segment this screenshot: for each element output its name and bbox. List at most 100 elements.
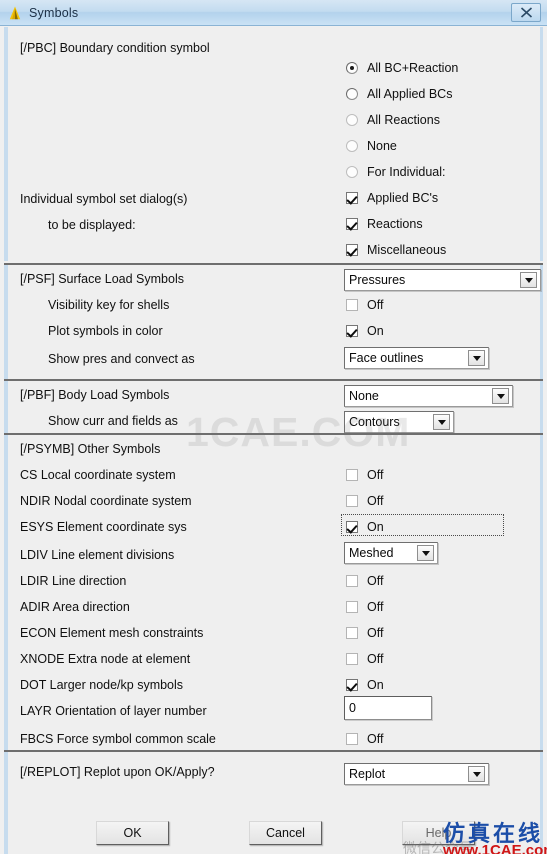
checkbox-label: Applied BC's [367, 191, 439, 205]
pbf-heading: [/PBF] Body Load Symbols [20, 388, 170, 402]
title-bar-left: Symbols [7, 5, 78, 21]
chevron-down-icon [468, 766, 485, 782]
pbf-section: [/PBF] Body Load Symbols Show curr and f… [4, 381, 543, 433]
checkbox-esys-element-coordinate-sys[interactable]: On [346, 514, 384, 540]
checkbox-plot-symbols-in-color[interactable]: On [346, 318, 384, 344]
replot-dropdown[interactable]: Replot [344, 763, 489, 785]
pbf-show-curr-label: Show curr and fields as [48, 414, 178, 428]
radio-icon [346, 140, 358, 152]
psymb-section: [/PSYMB] Other Symbols CS Local coordina… [4, 435, 543, 750]
chevron-down-icon [468, 350, 485, 366]
radio-all-bc-reaction[interactable]: All BC+Reaction [346, 55, 458, 81]
dropdown-value: Face outlines [349, 351, 424, 365]
checkbox-label: Reactions [367, 217, 423, 231]
checkbox-miscellaneous[interactable]: Miscellaneous [346, 237, 446, 263]
pbc-section: [/PBC] Boundary condition symbol Individ… [4, 27, 543, 261]
bottom-edge [0, 854, 547, 860]
radio-icon [346, 62, 358, 74]
psymb-label-cs: CS Local coordinate system [20, 468, 176, 482]
checkbox-econ-element-mesh-constraints[interactable]: Off [346, 620, 383, 646]
checkbox-state: Off [367, 298, 384, 312]
psf-plot-color-label: Plot symbols in color [48, 324, 163, 338]
show-pres-convect-dropdown[interactable]: Face outlines [344, 347, 489, 369]
symbols-dialog: Symbols [/PBC] Boundary condition symbol… [0, 0, 547, 860]
psymb-label-ndir: NDIR Nodal coordinate system [20, 494, 192, 508]
checkbox-state: Off [367, 574, 384, 588]
ansys-logo-icon [7, 5, 23, 21]
checkbox-icon [346, 733, 358, 745]
close-icon [520, 7, 533, 18]
checkbox-dot-larger-node-kp-symbols[interactable]: On [346, 672, 384, 698]
replot-label: [/REPLOT] Replot upon OK/Apply? [20, 765, 215, 779]
radio-label: All Applied BCs [367, 87, 453, 101]
psymb-label-adir: ADIR Area direction [20, 600, 130, 614]
checkbox-icon [346, 627, 358, 639]
psymb-label-layr: LAYR Orientation of layer number [20, 704, 207, 718]
pbc-sub-label-1: Individual symbol set dialog(s) [20, 192, 188, 206]
body-load-symbols-dropdown[interactable]: None [344, 385, 513, 407]
checkbox-icon [346, 679, 358, 691]
checkbox-icon [346, 575, 358, 587]
radio-icon [346, 88, 358, 100]
checkbox-icon [346, 218, 358, 230]
psf-section: [/PSF] Surface Load Symbols Visibility k… [4, 265, 543, 379]
checkbox-state: Off [367, 732, 384, 746]
psymb-label-dot: DOT Larger node/kp symbols [20, 678, 184, 692]
psymb-label-fbcs: FBCS Force symbol common scale [20, 732, 216, 746]
dropdown-value: Replot [349, 767, 386, 781]
radio-all-applied-bcs[interactable]: All Applied BCs [346, 81, 452, 107]
layr-orientation-input[interactable]: 0 [344, 696, 432, 720]
radio-label: None [367, 139, 397, 153]
checkbox-xnode-extra-node-at-element[interactable]: Off [346, 646, 383, 672]
chevron-down-icon [520, 272, 537, 288]
radio-all-reactions[interactable]: All Reactions [346, 107, 440, 133]
checkbox-ndir-nodal-coordinate-system[interactable]: Off [346, 488, 383, 514]
radio-icon [346, 114, 358, 126]
cancel-button[interactable]: Cancel [249, 821, 322, 845]
radio-label: All BC+Reaction [367, 61, 459, 75]
dropdown-value: None [349, 389, 379, 403]
checkbox-icon [346, 653, 358, 665]
show-curr-fields-dropdown[interactable]: Contours [344, 411, 454, 433]
checkbox-state: Off [367, 626, 384, 640]
checkbox-adir-area-direction[interactable]: Off [346, 594, 383, 620]
psf-show-pres-label: Show pres and convect as [48, 352, 195, 366]
checkbox-state: Off [367, 468, 384, 482]
psymb-label-ldir: LDIR Line direction [20, 574, 127, 588]
psf-heading: [/PSF] Surface Load Symbols [20, 272, 184, 286]
checkbox-icon [346, 601, 358, 613]
checkbox-icon [346, 469, 358, 481]
checkbox-cs-local-coordinate-system[interactable]: Off [346, 462, 383, 488]
psymb-label-esys: ESYS Element coordinate sys [20, 520, 187, 534]
checkbox-fbcs-force-symbol-common-scale[interactable]: Off [346, 726, 383, 752]
chevron-down-icon [433, 414, 450, 430]
window-title: Symbols [29, 5, 79, 20]
checkbox-applied-bcs[interactable]: Applied BC's [346, 185, 438, 211]
radio-for-individual[interactable]: For Individual: [346, 159, 446, 185]
checkbox-state: On [367, 520, 384, 534]
checkbox-icon [346, 244, 358, 256]
radio-none[interactable]: None [346, 133, 397, 159]
checkbox-reactions[interactable]: Reactions [346, 211, 423, 237]
psymb-heading: [/PSYMB] Other Symbols [20, 442, 161, 456]
radio-label: For Individual: [367, 165, 446, 179]
checkbox-icon [346, 521, 358, 533]
checkbox-label: Miscellaneous [367, 243, 447, 257]
chevron-down-icon [417, 545, 434, 561]
close-button[interactable] [511, 3, 541, 22]
ok-button[interactable]: OK [96, 821, 169, 845]
dropdown-value: Contours [349, 415, 400, 429]
pbc-sub-label-2: to be displayed: [48, 218, 136, 232]
checkbox-state: Off [367, 600, 384, 614]
chevron-down-icon [492, 388, 509, 404]
checkbox-ldir-line-direction[interactable]: Off [346, 568, 383, 594]
dropdown-value: Pressures [349, 273, 406, 287]
title-bar: Symbols [0, 0, 547, 26]
help-button[interactable]: Help [402, 821, 475, 845]
checkbox-visibility-key-for-shells[interactable]: Off [346, 292, 383, 318]
psymb-label-xnode: XNODE Extra node at element [20, 652, 191, 666]
checkbox-state: Off [367, 652, 384, 666]
surface-load-symbols-dropdown[interactable]: Pressures [344, 269, 541, 291]
ldiv-line-element-divisions-dropdown[interactable]: Meshed [344, 542, 438, 564]
checkbox-icon [346, 299, 358, 311]
